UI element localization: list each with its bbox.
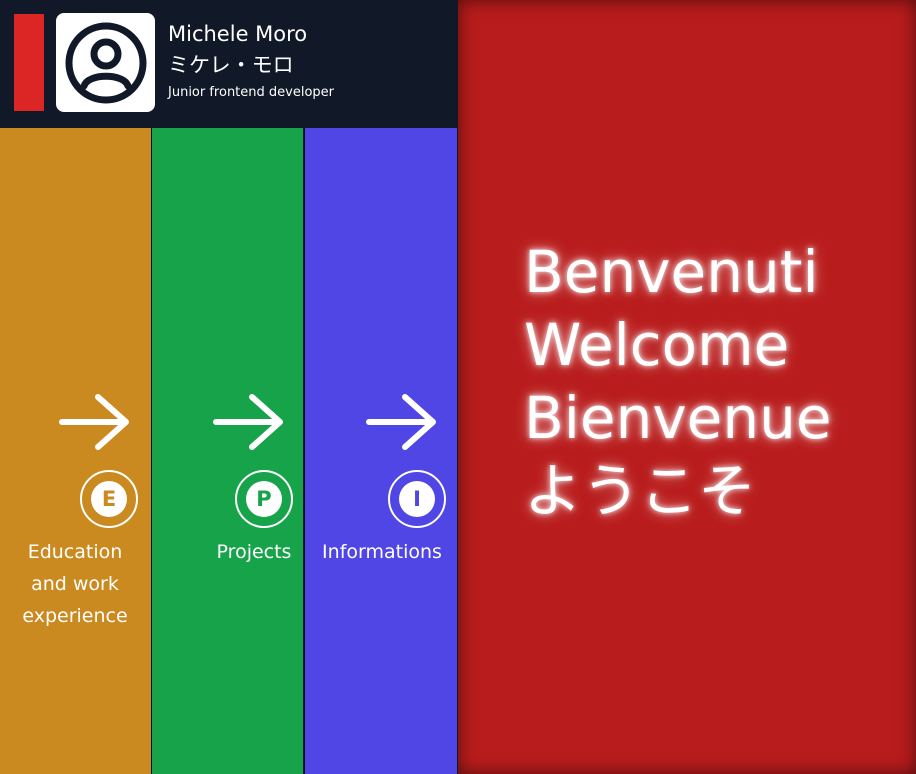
section-education-label-line: Education bbox=[27, 541, 123, 563]
section-education-label-line: experience bbox=[22, 605, 128, 627]
profile-name-japanese: ミケレ・モロ bbox=[168, 53, 294, 77]
welcome-line-english: Welcome bbox=[524, 311, 790, 379]
arrow-right-icon bbox=[366, 394, 436, 450]
accent-bar bbox=[14, 14, 44, 111]
welcome-panel: Benvenuti Welcome Bienvenue ようこそ bbox=[458, 0, 916, 774]
profile-name: Michele Moro bbox=[168, 22, 308, 46]
section-education-letter: E bbox=[91, 481, 127, 517]
section-informations[interactable]: I Informations bbox=[305, 128, 457, 774]
section-projects-label-line: Projects bbox=[216, 541, 292, 563]
avatar bbox=[56, 13, 155, 112]
section-projects-label: Projects bbox=[202, 536, 306, 568]
section-education-badge: E bbox=[80, 470, 138, 528]
section-education-label-line: and work bbox=[31, 573, 119, 595]
section-informations-badge: I bbox=[388, 470, 446, 528]
welcome-line-french: Bienvenue bbox=[524, 384, 832, 452]
section-education-label: Education and work experience bbox=[10, 536, 140, 632]
arrow-right-icon bbox=[59, 394, 129, 450]
profile-role: Junior frontend developer bbox=[168, 85, 335, 100]
section-projects[interactable]: P Projects bbox=[152, 128, 303, 774]
section-education[interactable]: E Education and work experience bbox=[0, 128, 151, 774]
arrow-right-icon bbox=[213, 394, 283, 450]
welcome-line-japanese: ようこそ bbox=[524, 457, 757, 525]
section-informations-letter: I bbox=[399, 481, 435, 517]
section-informations-label: Informations bbox=[311, 536, 453, 568]
section-projects-badge: P bbox=[235, 470, 293, 528]
section-projects-letter: P bbox=[246, 481, 282, 517]
profile-header: Michele Moro ミケレ・モロ Junior frontend deve… bbox=[0, 0, 458, 128]
portfolio-page: Michele Moro ミケレ・モロ Junior frontend deve… bbox=[0, 0, 916, 774]
welcome-greetings: Benvenuti Welcome Bienvenue ようこそ bbox=[524, 236, 832, 528]
section-informations-label-line: Informations bbox=[322, 541, 442, 563]
welcome-line-italian: Benvenuti bbox=[524, 238, 819, 306]
user-circle-icon bbox=[65, 22, 146, 103]
